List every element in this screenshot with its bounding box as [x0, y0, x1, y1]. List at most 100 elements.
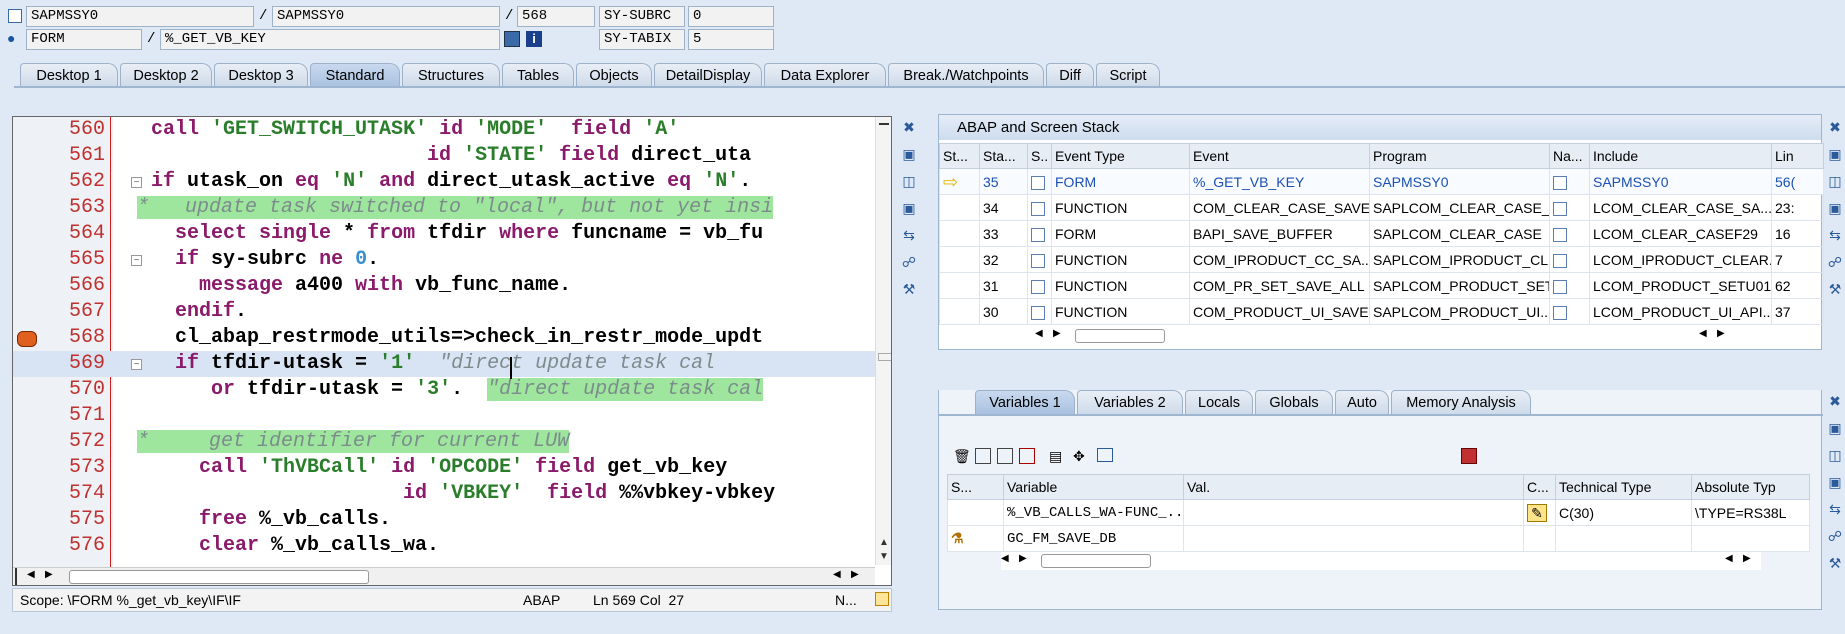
variable-cell[interactable] — [1183, 499, 1524, 526]
code-line[interactable]: 574 id 'VBKEY' field %%vbkey-vbkey — [13, 481, 891, 507]
maximize-icon[interactable]: ▣ — [900, 199, 918, 217]
stack-row[interactable]: 32 FUNCTION COM_IPRODUCT_CC_SA... SAPLCOM_I… — [939, 246, 1824, 273]
navigate-icon[interactable] — [1553, 279, 1567, 294]
maximize-icon[interactable]: ▣ — [1826, 473, 1844, 491]
notes-icon[interactable] — [875, 592, 889, 606]
window-icon[interactable] — [1097, 448, 1113, 462]
variable-row[interactable]: ⚗ GC_FM_SAVE_DB — [947, 525, 1810, 552]
navigate-icon[interactable] — [1553, 305, 1567, 320]
code-line[interactable]: 572 * get identifier for current LUW — [13, 429, 891, 455]
tab-script[interactable]: Script — [1096, 63, 1160, 87]
headset-icon[interactable]: ☍ — [900, 253, 918, 271]
split-icon[interactable]: ◫ — [900, 172, 918, 190]
code-line[interactable]: 563 * update task switched to "local", bu… — [13, 195, 891, 221]
stack-hscrollbar[interactable]: ◀ ▶ ◀ ▶ — [1035, 327, 1735, 345]
sysfield-label-1[interactable]: SY-SUBRC — [599, 6, 685, 27]
source-icon[interactable] — [1031, 201, 1045, 216]
code-line[interactable]: 569 − if tfdir-utask = '1' "direct update… — [13, 351, 891, 377]
move-icon[interactable]: ✥ — [1073, 448, 1085, 465]
variables-column-header[interactable]: S... — [947, 474, 1004, 500]
tools-icon[interactable]: ⚒ — [1826, 554, 1844, 572]
code-line[interactable]: 576 clear %_vb_calls_wa. — [13, 533, 891, 559]
code-line[interactable]: 561 id 'STATE' field direct_uta — [13, 143, 891, 169]
editor-vscrollbar[interactable]: ▲ ▼ — [875, 117, 891, 565]
navigate-icon[interactable] — [1553, 201, 1567, 216]
stack-row[interactable]: ⇨ 35 FORM %_GET_VB_KEY SAPMSSY0 SAPMSSY0 56( — [939, 168, 1824, 195]
stack-column-header[interactable]: Lin — [1771, 143, 1824, 169]
tab-structures[interactable]: Structures — [402, 63, 500, 87]
tab-detaildisplay[interactable]: DetailDisplay — [654, 63, 762, 87]
tab-breakpoints[interactable]: Break./Watchpoints — [888, 63, 1044, 87]
variables-column-header[interactable]: Val. — [1183, 474, 1524, 500]
stack-row[interactable]: 33 FORM BAPI_SAVE_BUFFER SAPLCOM_CLEAR_CASE… — [939, 220, 1824, 247]
save-icon[interactable] — [1461, 448, 1477, 464]
breakpoint-icon[interactable] — [17, 331, 37, 347]
stack-column-header[interactable]: Event — [1189, 143, 1370, 169]
edit-pencil-icon[interactable]: ✎ — [1527, 503, 1547, 522]
code-line[interactable]: 571 — [13, 403, 891, 429]
split-icon[interactable]: ◫ — [1826, 446, 1844, 464]
source-icon[interactable] — [1031, 305, 1045, 320]
maximize-icon[interactable]: ▣ — [1826, 199, 1844, 217]
variables-hscrollbar[interactable]: ◀ ▶ ◀ ▶ — [1001, 552, 1761, 570]
stack-row[interactable]: 30 FUNCTION COM_PRODUCT_UI_SAVE SAPLCOM_PRO… — [939, 298, 1824, 325]
stack-column-header[interactable]: S.. — [1027, 143, 1052, 169]
stack-column-header[interactable]: Sta... — [979, 143, 1028, 169]
table-icon[interactable] — [975, 448, 991, 464]
stack-row[interactable]: 34 FUNCTION COM_CLEAR_CASE_SAVE SAPLCOM_CLE… — [939, 194, 1824, 221]
tab-desktop-1[interactable]: Desktop 1 — [20, 63, 118, 87]
tab-standard[interactable]: Standard — [310, 63, 400, 87]
code-line[interactable]: 560 call 'GET_SWITCH_UTASK' id 'MODE' fie… — [13, 117, 891, 143]
stack-column-header[interactable]: Event Type — [1051, 143, 1190, 169]
tab-globals[interactable]: Globals — [1255, 390, 1333, 414]
tab-tables[interactable]: Tables — [502, 63, 574, 87]
swap-icon[interactable]: ⇆ — [1826, 226, 1844, 244]
code-line[interactable]: 564 select single * from tfdir where fun… — [13, 221, 891, 247]
new-window-icon[interactable]: ▣ — [1826, 419, 1844, 437]
navigate-icon[interactable] — [1553, 175, 1567, 190]
variables-column-header[interactable]: C... — [1523, 474, 1556, 500]
tab-desktop-2[interactable]: Desktop 2 — [120, 63, 212, 87]
close-icon[interactable]: ✖ — [1826, 392, 1844, 410]
headset-icon[interactable]: ☍ — [1826, 253, 1844, 271]
variables-column-header[interactable]: Variable — [1003, 474, 1184, 500]
close-icon[interactable]: ✖ — [1826, 118, 1844, 136]
new-window-icon[interactable]: ▣ — [1826, 145, 1844, 163]
navigate-icon[interactable] — [1553, 253, 1567, 268]
source-icon[interactable] — [1031, 227, 1045, 242]
code-line[interactable]: 573 call 'ThVBCall' id 'OPCODE' field ge… — [13, 455, 891, 481]
table-remove-icon[interactable] — [1019, 448, 1035, 464]
swap-icon[interactable]: ⇆ — [1826, 500, 1844, 518]
tools-icon[interactable]: ⚒ — [1826, 280, 1844, 298]
sysfield-label-2[interactable]: SY-TABIX — [599, 29, 685, 50]
code-line[interactable]: 567 endif. — [13, 299, 891, 325]
source-editor[interactable]: 560 call 'GET_SWITCH_UTASK' id 'MODE' fie… — [12, 116, 892, 586]
new-window-icon[interactable]: ▣ — [900, 145, 918, 163]
source-icon[interactable] — [1031, 279, 1045, 294]
fold-toggle-icon[interactable]: − — [131, 177, 142, 188]
table-add-icon[interactable] — [997, 448, 1013, 464]
stack-row[interactable]: 31 FUNCTION COM_PR_SET_SAVE_ALL SAPLCOM_PRO… — [939, 272, 1824, 299]
swap-icon[interactable]: ⇆ — [900, 226, 918, 244]
navigate-icon[interactable] — [504, 31, 520, 47]
source-icon[interactable] — [1031, 253, 1045, 268]
variables-column-header[interactable]: Absolute Typ — [1691, 474, 1810, 500]
variable-row[interactable]: %_VB_CALLS_WA-FUNC_... ✎ C(30) \TYPE=RS38L — [947, 499, 1810, 526]
stack-column-header[interactable]: Na... — [1549, 143, 1590, 169]
stack-column-header[interactable]: Program — [1369, 143, 1550, 169]
variables-column-header[interactable]: Technical Type — [1555, 474, 1692, 500]
code-line[interactable]: 565 − if sy-subrc ne 0. — [13, 247, 891, 273]
fold-toggle-icon[interactable]: − — [131, 255, 142, 266]
split-icon[interactable]: ◫ — [1826, 172, 1844, 190]
tab-auto[interactable]: Auto — [1335, 390, 1389, 414]
variable-cell[interactable] — [1183, 525, 1524, 552]
code-line[interactable]: 562 − if utask_on eq 'N' and direct_utask_… — [13, 169, 891, 195]
tab-desktop-3[interactable]: Desktop 3 — [214, 63, 308, 87]
tab-objects[interactable]: Objects — [576, 63, 652, 87]
tab-variables-2[interactable]: Variables 2 — [1077, 390, 1183, 414]
navigate-icon[interactable] — [1553, 227, 1567, 242]
tab-locals[interactable]: Locals — [1185, 390, 1253, 414]
tools-icon[interactable]: ⚒ — [900, 280, 918, 298]
code-line[interactable]: 566 message a400 with vb_func_name. — [13, 273, 891, 299]
headset-icon[interactable]: ☍ — [1826, 527, 1844, 545]
